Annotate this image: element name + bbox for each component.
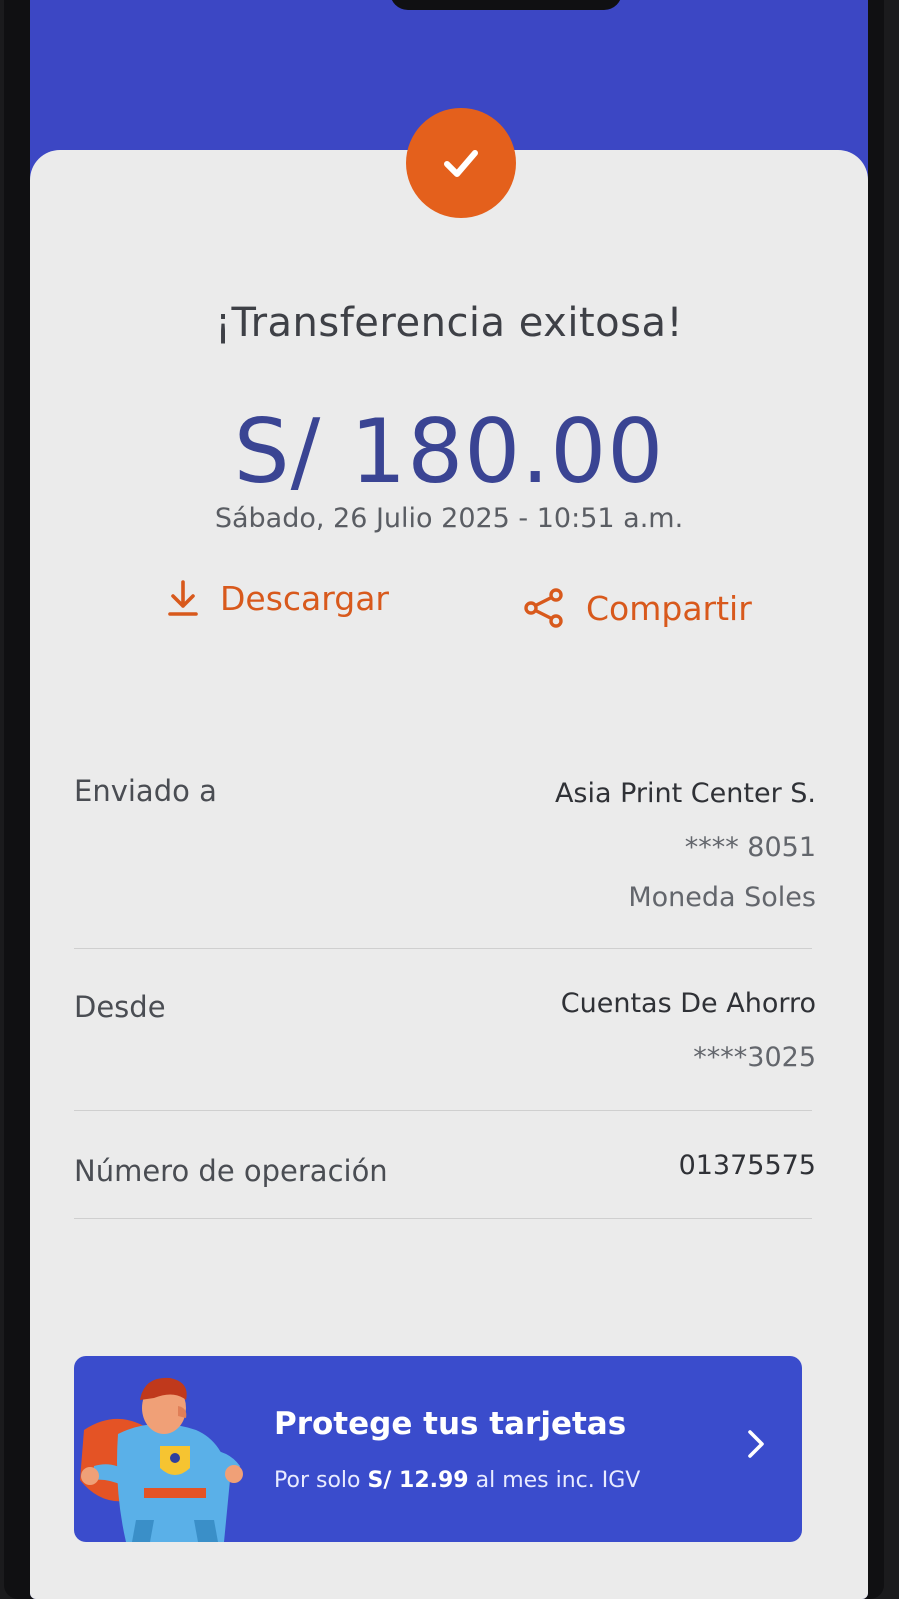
transfer-datetime: Sábado, 26 Julio 2025 - 10:51 a.m. bbox=[214, 503, 684, 534]
download-label: Descargar bbox=[220, 578, 389, 618]
promo-price: S/ 12.99 bbox=[367, 1468, 469, 1493]
recipient-name: Asia Print Center S. bbox=[554, 778, 816, 809]
divider bbox=[74, 1218, 812, 1219]
success-title: ¡Transferencia exitosa! bbox=[214, 300, 684, 346]
share-button[interactable]: Compartir bbox=[522, 586, 752, 630]
recipient-currency: Moneda Soles bbox=[628, 882, 816, 913]
app-screen: ¡Transferencia exitosa! S/ 180.00 Sábado… bbox=[30, 0, 868, 1599]
source-account: ****3025 bbox=[693, 1042, 816, 1073]
superhero-illustration bbox=[80, 1377, 243, 1542]
download-icon bbox=[168, 580, 198, 616]
operation-number: 01375575 bbox=[678, 1150, 816, 1181]
sent-to-label: Enviado a bbox=[74, 774, 217, 808]
phone-frame: ¡Transferencia exitosa! S/ 180.00 Sábado… bbox=[4, 0, 884, 1599]
check-icon bbox=[444, 150, 478, 177]
chevron-right-icon bbox=[748, 1430, 764, 1458]
success-badge bbox=[406, 108, 516, 218]
recipient-account: **** 8051 bbox=[684, 832, 816, 863]
share-label: Compartir bbox=[586, 588, 752, 628]
divider bbox=[74, 948, 812, 949]
promo-title: Protege tus tarjetas bbox=[274, 1406, 627, 1442]
promo-sub-suffix: al mes inc. IGV bbox=[468, 1468, 641, 1493]
download-button[interactable]: Descargar bbox=[166, 578, 389, 618]
from-label: Desde bbox=[74, 990, 166, 1024]
divider bbox=[74, 1110, 812, 1111]
promo-subtitle: Por solo S/ 12.99 al mes inc. IGV bbox=[274, 1468, 640, 1493]
camera-notch bbox=[390, 0, 622, 10]
transfer-amount: S/ 180.00 bbox=[233, 400, 665, 503]
share-icon bbox=[524, 588, 563, 628]
operation-number-label: Número de operación bbox=[74, 1154, 388, 1188]
receipt-card: ¡Transferencia exitosa! S/ 180.00 Sábado… bbox=[30, 150, 868, 1599]
card-protection-banner[interactable]: Protege tus tarjetas Por solo S/ 12.99 a… bbox=[74, 1356, 802, 1542]
promo-sub-prefix: Por solo bbox=[274, 1468, 368, 1493]
source-account-type: Cuentas De Ahorro bbox=[560, 988, 816, 1019]
